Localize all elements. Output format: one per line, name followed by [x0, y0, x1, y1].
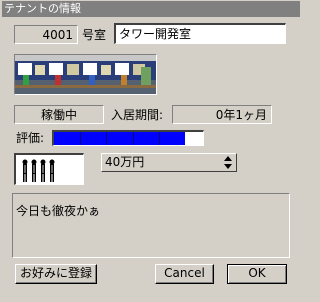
evaluation-bar-divider	[158, 132, 160, 145]
room-number: 4001	[14, 25, 78, 44]
cancel-button[interactable]: Cancel	[155, 264, 214, 284]
evaluation-bar-divider	[132, 132, 134, 145]
occupancy-period-label: 入居期間:	[111, 108, 164, 122]
office-illustration	[15, 55, 156, 94]
tenant-status: 稼働中	[14, 105, 104, 124]
evaluation-label: 評価:	[16, 131, 45, 145]
people-icon	[22, 159, 55, 182]
occupancy-period-value: 0年1ヶ月	[172, 105, 272, 124]
tenant-comment: 今日も徹夜かぁ	[12, 193, 290, 258]
ok-button[interactable]: OK	[227, 264, 287, 284]
tenant-info-dialog: テナントの情報 4001 号室 タワー開発室 稼働中 入居期間: 0年1ヶ月 評…	[0, 0, 302, 302]
spinner-arrows-icon[interactable]	[222, 155, 234, 170]
add-to-favorites-button[interactable]: お好みに登録	[15, 264, 97, 284]
tenant-name-field[interactable]: タワー開発室	[114, 23, 286, 44]
evaluation-bar	[52, 130, 204, 146]
room-suffix-label: 号室	[82, 28, 107, 42]
evaluation-bar-divider	[106, 132, 108, 145]
title-bar: テナントの情報	[2, 1, 300, 17]
rent-select[interactable]: 40万円	[101, 153, 237, 172]
tenant-office-image	[14, 54, 157, 95]
rent-select-value: 40万円	[105, 155, 145, 169]
tenant-people-icon-box	[14, 153, 84, 185]
evaluation-bar-fill	[54, 132, 186, 145]
evaluation-bar-divider	[80, 132, 82, 145]
